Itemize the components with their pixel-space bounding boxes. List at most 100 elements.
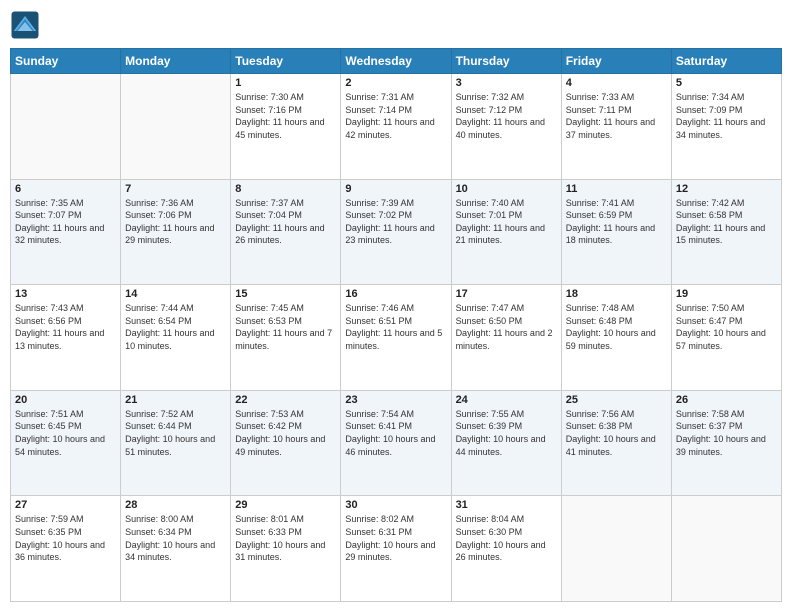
day-info: Sunrise: 7:30 AM Sunset: 7:16 PM Dayligh… <box>235 91 336 141</box>
calendar-cell: 17 Sunrise: 7:47 AM Sunset: 6:50 PM Dayli… <box>451 285 561 391</box>
calendar-day-header: Thursday <box>451 49 561 74</box>
calendar-cell: 22 Sunrise: 7:53 AM Sunset: 6:42 PM Dayli… <box>231 390 341 496</box>
day-number: 20 <box>15 394 116 406</box>
calendar-cell: 19 Sunrise: 7:50 AM Sunset: 6:47 PM Dayli… <box>671 285 781 391</box>
calendar-cell: 7 Sunrise: 7:36 AM Sunset: 7:06 PM Daylig… <box>121 179 231 285</box>
day-info: Sunrise: 7:53 AM Sunset: 6:42 PM Dayligh… <box>235 408 336 458</box>
calendar-week-row: 1 Sunrise: 7:30 AM Sunset: 7:16 PM Daylig… <box>11 74 782 180</box>
calendar-day-header: Wednesday <box>341 49 451 74</box>
day-number: 4 <box>566 77 667 89</box>
day-number: 12 <box>676 183 777 195</box>
day-info: Sunrise: 8:04 AM Sunset: 6:30 PM Dayligh… <box>456 513 557 563</box>
day-info: Sunrise: 7:58 AM Sunset: 6:37 PM Dayligh… <box>676 408 777 458</box>
day-number: 16 <box>345 288 446 300</box>
day-number: 15 <box>235 288 336 300</box>
calendar-cell <box>11 74 121 180</box>
calendar-cell: 9 Sunrise: 7:39 AM Sunset: 7:02 PM Daylig… <box>341 179 451 285</box>
day-number: 6 <box>15 183 116 195</box>
day-info: Sunrise: 7:46 AM Sunset: 6:51 PM Dayligh… <box>345 302 446 352</box>
day-info: Sunrise: 7:36 AM Sunset: 7:06 PM Dayligh… <box>125 197 226 247</box>
day-info: Sunrise: 7:59 AM Sunset: 6:35 PM Dayligh… <box>15 513 116 563</box>
calendar-cell: 1 Sunrise: 7:30 AM Sunset: 7:16 PM Daylig… <box>231 74 341 180</box>
day-number: 18 <box>566 288 667 300</box>
day-info: Sunrise: 7:45 AM Sunset: 6:53 PM Dayligh… <box>235 302 336 352</box>
day-info: Sunrise: 7:47 AM Sunset: 6:50 PM Dayligh… <box>456 302 557 352</box>
logo-icon <box>10 10 40 40</box>
day-number: 2 <box>345 77 446 89</box>
calendar-header-row: SundayMondayTuesdayWednesdayThursdayFrid… <box>11 49 782 74</box>
day-info: Sunrise: 7:56 AM Sunset: 6:38 PM Dayligh… <box>566 408 667 458</box>
day-info: Sunrise: 7:51 AM Sunset: 6:45 PM Dayligh… <box>15 408 116 458</box>
calendar-cell: 13 Sunrise: 7:43 AM Sunset: 6:56 PM Dayli… <box>11 285 121 391</box>
calendar-day-header: Monday <box>121 49 231 74</box>
day-number: 11 <box>566 183 667 195</box>
calendar-cell: 6 Sunrise: 7:35 AM Sunset: 7:07 PM Daylig… <box>11 179 121 285</box>
calendar-day-header: Friday <box>561 49 671 74</box>
calendar-cell: 15 Sunrise: 7:45 AM Sunset: 6:53 PM Dayli… <box>231 285 341 391</box>
calendar-cell <box>561 496 671 602</box>
calendar-week-row: 13 Sunrise: 7:43 AM Sunset: 6:56 PM Dayli… <box>11 285 782 391</box>
day-info: Sunrise: 8:00 AM Sunset: 6:34 PM Dayligh… <box>125 513 226 563</box>
calendar-cell: 20 Sunrise: 7:51 AM Sunset: 6:45 PM Dayli… <box>11 390 121 496</box>
day-info: Sunrise: 7:42 AM Sunset: 6:58 PM Dayligh… <box>676 197 777 247</box>
calendar-cell: 26 Sunrise: 7:58 AM Sunset: 6:37 PM Dayli… <box>671 390 781 496</box>
day-number: 13 <box>15 288 116 300</box>
calendar-cell: 16 Sunrise: 7:46 AM Sunset: 6:51 PM Dayli… <box>341 285 451 391</box>
header <box>10 10 782 40</box>
day-number: 8 <box>235 183 336 195</box>
day-info: Sunrise: 7:54 AM Sunset: 6:41 PM Dayligh… <box>345 408 446 458</box>
day-number: 24 <box>456 394 557 406</box>
day-info: Sunrise: 7:50 AM Sunset: 6:47 PM Dayligh… <box>676 302 777 352</box>
day-number: 28 <box>125 499 226 511</box>
day-number: 21 <box>125 394 226 406</box>
day-number: 19 <box>676 288 777 300</box>
day-info: Sunrise: 7:32 AM Sunset: 7:12 PM Dayligh… <box>456 91 557 141</box>
day-info: Sunrise: 7:33 AM Sunset: 7:11 PM Dayligh… <box>566 91 667 141</box>
day-number: 14 <box>125 288 226 300</box>
calendar-day-header: Saturday <box>671 49 781 74</box>
calendar-cell: 14Sunrise: 7:44 AM Sunset: 6:54 PM Dayli… <box>121 285 231 391</box>
day-info: Sunrise: 7:34 AM Sunset: 7:09 PM Dayligh… <box>676 91 777 141</box>
calendar-cell: 31Sunrise: 8:04 AM Sunset: 6:30 PM Dayli… <box>451 496 561 602</box>
day-info: Sunrise: 7:43 AM Sunset: 6:56 PM Dayligh… <box>15 302 116 352</box>
day-number: 30 <box>345 499 446 511</box>
day-number: 5 <box>676 77 777 89</box>
calendar-cell: 12 Sunrise: 7:42 AM Sunset: 6:58 PM Dayli… <box>671 179 781 285</box>
day-number: 9 <box>345 183 446 195</box>
day-number: 7 <box>125 183 226 195</box>
calendar-day-header: Tuesday <box>231 49 341 74</box>
day-number: 26 <box>676 394 777 406</box>
calendar-cell <box>121 74 231 180</box>
day-info: Sunrise: 7:37 AM Sunset: 7:04 PM Dayligh… <box>235 197 336 247</box>
day-number: 17 <box>456 288 557 300</box>
calendar-cell: 4 Sunrise: 7:33 AM Sunset: 7:11 PM Daylig… <box>561 74 671 180</box>
day-number: 22 <box>235 394 336 406</box>
calendar-cell: 21 Sunrise: 7:52 AM Sunset: 6:44 PM Dayli… <box>121 390 231 496</box>
calendar-week-row: 27Sunrise: 7:59 AM Sunset: 6:35 PM Dayli… <box>11 496 782 602</box>
calendar-cell: 29 Sunrise: 8:01 AM Sunset: 6:33 PM Dayli… <box>231 496 341 602</box>
day-info: Sunrise: 7:52 AM Sunset: 6:44 PM Dayligh… <box>125 408 226 458</box>
calendar-week-row: 20 Sunrise: 7:51 AM Sunset: 6:45 PM Dayli… <box>11 390 782 496</box>
day-number: 23 <box>345 394 446 406</box>
calendar-cell: 25 Sunrise: 7:56 AM Sunset: 6:38 PM Dayli… <box>561 390 671 496</box>
day-info: Sunrise: 7:35 AM Sunset: 7:07 PM Dayligh… <box>15 197 116 247</box>
calendar-cell: 24Sunrise: 7:55 AM Sunset: 6:39 PM Dayli… <box>451 390 561 496</box>
day-info: Sunrise: 8:01 AM Sunset: 6:33 PM Dayligh… <box>235 513 336 563</box>
day-number: 1 <box>235 77 336 89</box>
calendar-cell: 23 Sunrise: 7:54 AM Sunset: 6:41 PM Dayli… <box>341 390 451 496</box>
calendar-day-header: Sunday <box>11 49 121 74</box>
calendar-cell: 30Sunrise: 8:02 AM Sunset: 6:31 PM Dayli… <box>341 496 451 602</box>
calendar-cell: 2 Sunrise: 7:31 AM Sunset: 7:14 PM Daylig… <box>341 74 451 180</box>
day-number: 29 <box>235 499 336 511</box>
day-number: 3 <box>456 77 557 89</box>
calendar-cell: 28 Sunrise: 8:00 AM Sunset: 6:34 PM Dayli… <box>121 496 231 602</box>
calendar-table: SundayMondayTuesdayWednesdayThursdayFrid… <box>10 48 782 602</box>
day-info: Sunrise: 7:31 AM Sunset: 7:14 PM Dayligh… <box>345 91 446 141</box>
calendar-cell: 27Sunrise: 7:59 AM Sunset: 6:35 PM Dayli… <box>11 496 121 602</box>
calendar-cell: 18 Sunrise: 7:48 AM Sunset: 6:48 PM Dayli… <box>561 285 671 391</box>
day-info: Sunrise: 7:39 AM Sunset: 7:02 PM Dayligh… <box>345 197 446 247</box>
day-number: 25 <box>566 394 667 406</box>
page: SundayMondayTuesdayWednesdayThursdayFrid… <box>0 0 792 612</box>
day-info: Sunrise: 7:48 AM Sunset: 6:48 PM Dayligh… <box>566 302 667 352</box>
calendar-cell: 10Sunrise: 7:40 AM Sunset: 7:01 PM Dayli… <box>451 179 561 285</box>
